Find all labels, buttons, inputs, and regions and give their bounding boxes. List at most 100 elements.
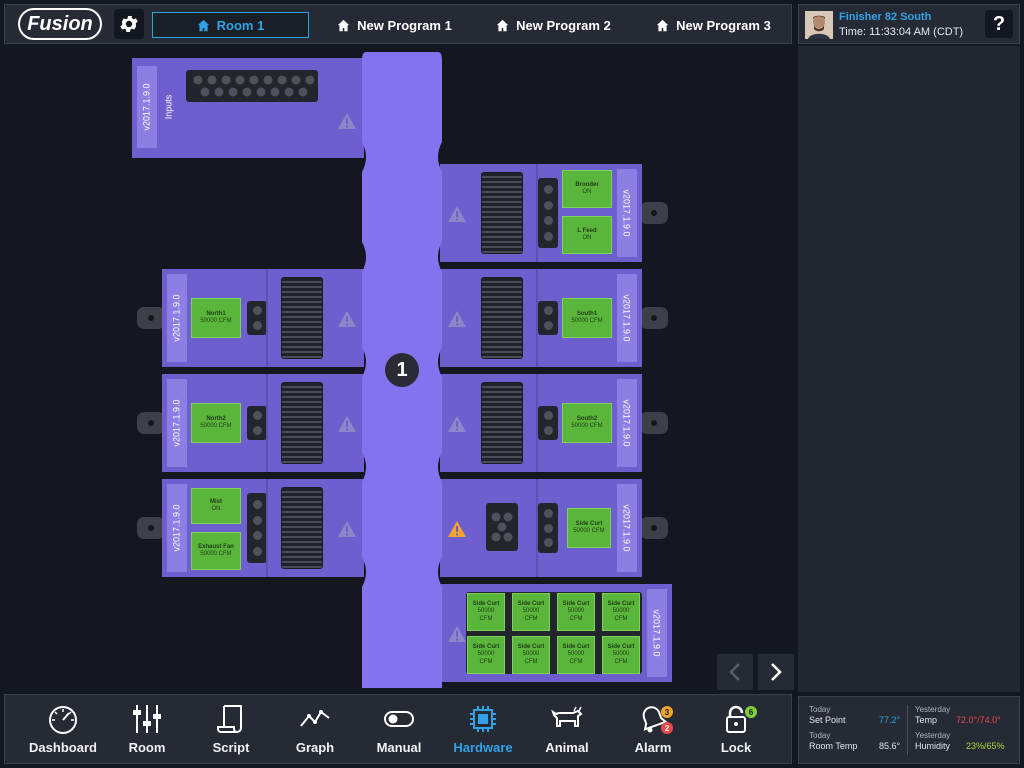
mount-tab <box>640 412 668 434</box>
nav-label: Room <box>128 740 166 755</box>
room-temp-value: 85.6° <box>879 741 901 751</box>
current-time: Time: 11:33:04 AM (CDT) <box>839 26 964 38</box>
warning-icon[interactable] <box>447 415 467 433</box>
tab-new-program-1[interactable]: New Program 1 <box>317 12 472 38</box>
tower-number-badge[interactable]: 1 <box>385 353 419 387</box>
prev-page-button[interactable] <box>717 654 753 690</box>
fusion-logo[interactable]: Fusion <box>18 8 102 40</box>
relay-brooder[interactable]: Brooder ON <box>562 170 612 208</box>
heat-sink <box>281 382 323 464</box>
relay-side-curt[interactable]: Side Curt 50000 CFM <box>567 508 611 548</box>
relay-connector <box>538 503 558 553</box>
tab-room-1[interactable]: Room 1 <box>152 12 309 38</box>
tab-new-program-2[interactable]: New Program 2 <box>476 12 631 38</box>
nav-label: Graph <box>295 740 335 755</box>
home-icon <box>656 19 669 31</box>
nav-label: Lock <box>720 740 752 755</box>
nav-hardware[interactable]: Hardware <box>443 704 523 755</box>
relay-south1[interactable]: South1 50000 CFM <box>562 298 612 338</box>
nav-room[interactable]: Room <box>107 704 187 755</box>
inputs-board[interactable]: v2017.1.9.0 Inputs <box>132 58 364 158</box>
nav-label: Script <box>212 740 250 755</box>
version-label: v2017.1.9.0 <box>167 379 187 467</box>
warning-icon[interactable] <box>337 112 357 130</box>
cow-icon <box>551 706 583 727</box>
relay-connector <box>247 493 267 563</box>
board-side-curt[interactable]: Side Curt 50000 CFM v2017.1.9.0 <box>440 479 642 577</box>
person-icon <box>805 11 833 39</box>
connector-pins <box>193 75 315 97</box>
relay-connector <box>247 406 267 440</box>
relay-connector <box>247 301 267 335</box>
mount-tab <box>640 517 668 539</box>
warning-icon[interactable] <box>447 205 467 223</box>
input-connector <box>186 70 318 102</box>
climate-summary[interactable]: Today Set Point 77.2° Today Room Temp 85… <box>798 696 1020 764</box>
mount-tab <box>640 202 668 224</box>
board-south1[interactable]: South1 50000 CFM v2017.1.9.0 <box>440 269 642 367</box>
relay-side-curt[interactable]: Side Curt 50000 CFM <box>557 636 595 674</box>
connector-pins <box>491 512 513 542</box>
version-label: v2017.1.9.0 <box>137 66 157 148</box>
nav-graph[interactable]: Graph <box>275 704 355 755</box>
nav-animal[interactable]: Animal <box>527 704 607 755</box>
nav-manual[interactable]: Manual <box>359 704 439 755</box>
settings-button[interactable] <box>114 9 144 39</box>
mount-tab <box>137 412 165 434</box>
home-icon <box>337 19 350 31</box>
relay-side-curt[interactable]: Side Curt 50000 CFM <box>602 593 640 631</box>
warning-icon[interactable] <box>337 520 357 538</box>
nav-dashboard[interactable]: Dashboard <box>23 704 103 755</box>
board-brooder[interactable]: Brooder ON L Feed ON v2017.1.9.0 <box>440 164 642 262</box>
board-north1[interactable]: v2017.1.9.0 North1 50000 CFM <box>162 269 364 367</box>
avatar[interactable] <box>805 11 833 39</box>
humidity-value: 23%/65% <box>966 741 1005 751</box>
nav-lock[interactable]: Lock <box>696 704 776 755</box>
home-icon <box>496 19 509 31</box>
tab-new-program-3[interactable]: New Program 3 <box>636 12 791 38</box>
relay-side-curt[interactable]: Side Curt 50000 CFM <box>512 593 550 631</box>
heat-sink <box>281 487 323 569</box>
location-name[interactable]: Finisher 82 South <box>839 11 931 23</box>
relay-north1[interactable]: North1 50000 CFM <box>191 298 241 338</box>
board-north2[interactable]: v2017.1.9.0 North2 50000 CFM <box>162 374 364 472</box>
relay-side-curt[interactable]: Side Curt 50000 CFM <box>512 636 550 674</box>
help-button[interactable]: ? <box>985 10 1013 38</box>
gear-icon <box>120 16 138 32</box>
next-page-button[interactable] <box>758 654 794 690</box>
board-side-curt-grid[interactable]: Side Curt 50000 CFM Side Curt 50000 CFM Side… <box>440 584 672 682</box>
alarm-critical-badge: 2 <box>661 722 673 734</box>
graph-line-icon <box>300 710 330 727</box>
warning-icon-active[interactable] <box>447 520 467 538</box>
today-label: Today <box>809 705 831 714</box>
board-mist[interactable]: v2017.1.9.0 Mist ON Exhaust Fan 50000 CFM <box>162 479 364 577</box>
heat-sink <box>281 277 323 359</box>
relay-side-curt[interactable]: Side Curt 50000 CFM <box>467 593 505 631</box>
sliders-icon <box>133 705 161 733</box>
tab-label: New Program 1 <box>357 17 452 33</box>
warning-icon[interactable] <box>447 625 467 643</box>
board-south2[interactable]: South2 50000 CFM v2017.1.9.0 <box>440 374 642 472</box>
warning-icon[interactable] <box>337 310 357 328</box>
yesterday-label: Yesterday <box>915 705 951 714</box>
relay-mist[interactable]: Mist ON <box>191 488 241 524</box>
relay-exhaust-fan[interactable]: Exhaust Fan 50000 CFM <box>191 532 241 570</box>
relay-south2[interactable]: South2 50000 CFM <box>562 403 612 443</box>
humidity-label: Humidity <box>915 741 951 751</box>
warning-icon[interactable] <box>447 310 467 328</box>
nav-script[interactable]: Script <box>191 704 271 755</box>
warning-icon[interactable] <box>337 415 357 433</box>
setpoint-value: 77.2° <box>879 715 901 725</box>
heat-sink <box>481 172 523 254</box>
nav-label: Dashboard <box>29 740 97 755</box>
relay-l-feed[interactable]: L Feed ON <box>562 216 612 254</box>
relay-side-curt[interactable]: Side Curt 50000 CFM <box>557 593 595 631</box>
version-label: v2017.1.9.0 <box>167 484 187 572</box>
home-icon <box>197 19 209 31</box>
side-panel <box>798 46 1020 692</box>
relay-side-curt[interactable]: Side Curt 50000 CFM <box>602 636 640 674</box>
nav-alarm[interactable]: Alarm <box>613 704 693 755</box>
relay-north2[interactable]: North2 50000 CFM <box>191 403 241 443</box>
relay-side-curt[interactable]: Side Curt 50000 CFM <box>467 636 505 674</box>
lock-badge: 6 <box>745 706 757 718</box>
